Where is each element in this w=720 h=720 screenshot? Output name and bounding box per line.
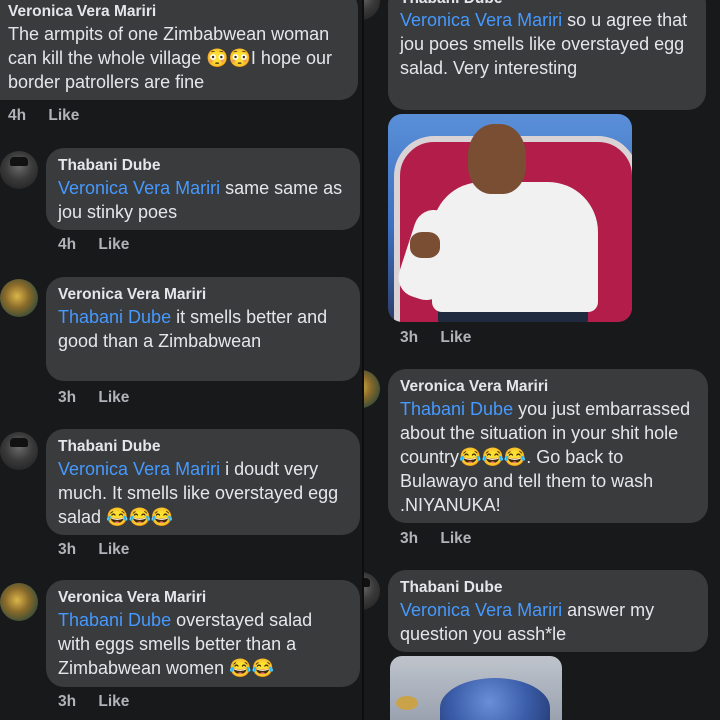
comment-time[interactable]: 3h — [58, 693, 76, 710]
photo-graphic — [440, 678, 550, 720]
person-graphic — [468, 124, 526, 194]
comment-meta: 3h Like — [400, 530, 471, 548]
comment-photo[interactable] — [390, 656, 562, 720]
avatar[interactable] — [364, 572, 380, 610]
avatar[interactable] — [0, 583, 38, 621]
comment-author[interactable]: Thabani Dube — [400, 578, 696, 598]
like-button[interactable]: Like — [98, 236, 129, 253]
comment-text: Thabani Dube you just embarrassed about … — [400, 397, 696, 517]
comment-author[interactable]: Veronica Vera Mariri — [58, 285, 348, 305]
comment-text: Veronica Vera Mariri answer my question … — [400, 598, 696, 646]
comment-author[interactable]: Veronica Vera Mariri — [8, 2, 346, 22]
mention-link[interactable]: Veronica Vera Mariri — [58, 459, 220, 479]
photo-graphic — [396, 696, 418, 710]
mention-link[interactable]: Veronica Vera Mariri — [400, 10, 562, 30]
avatar[interactable] — [364, 370, 380, 408]
comment-meta: 3h Like — [58, 693, 129, 711]
comment-time[interactable]: 3h — [58, 389, 76, 406]
mention-link[interactable]: Veronica Vera Mariri — [400, 600, 562, 620]
like-button[interactable]: Like — [440, 530, 471, 547]
comment-time[interactable]: 4h — [8, 107, 26, 124]
avatar[interactable] — [0, 151, 38, 189]
like-button[interactable]: Like — [98, 693, 129, 710]
comment-time[interactable]: 4h — [58, 236, 76, 253]
mention-link[interactable]: Thabani Dube — [58, 610, 171, 630]
avatar[interactable] — [364, 0, 380, 20]
comment-bubble: Veronica Vera Mariri Thabani Dube you ju… — [388, 369, 708, 523]
avatar[interactable] — [0, 279, 38, 317]
comment-meta: 3h Like — [58, 541, 129, 559]
comment-meta: 3h Like — [58, 389, 129, 407]
comment-bubble: Thabani Dube Veronica Vera Mariri i doud… — [46, 429, 360, 535]
left-comment-column: Veronica Vera Mariri The armpits of one … — [0, 0, 362, 720]
comment-bubble: Veronica Vera Mariri Thabani Dube overst… — [46, 580, 360, 687]
person-graphic — [410, 232, 440, 258]
avatar[interactable] — [0, 432, 38, 470]
comment-text: Thabani Dube overstayed salad with eggs … — [58, 608, 348, 680]
comment-meta: 4h Like — [58, 236, 129, 254]
comment-bubble: Thabani Dube Veronica Vera Mariri same s… — [46, 148, 360, 230]
like-button[interactable]: Like — [440, 329, 471, 346]
comment-text: The armpits of one Zimbabwean woman can … — [8, 24, 332, 92]
like-button[interactable]: Like — [98, 389, 129, 406]
comment-bubble: Thabani Dube Veronica Vera Mariri so u a… — [388, 0, 706, 110]
comment-time[interactable]: 3h — [400, 530, 418, 547]
comment-text: Thabani Dube it smells better and good t… — [58, 305, 348, 353]
comment-meta: 3h Like — [400, 329, 471, 347]
comment-author[interactable]: Thabani Dube — [400, 0, 694, 8]
mention-link[interactable]: Thabani Dube — [400, 399, 513, 419]
mention-link[interactable]: Thabani Dube — [58, 307, 171, 327]
comment-time[interactable]: 3h — [400, 329, 418, 346]
comment-meta: 4h Like — [8, 107, 79, 125]
comment-bubble: Thabani Dube Veronica Vera Mariri answer… — [388, 570, 708, 652]
comment-text: Veronica Vera Mariri i doudt very much. … — [58, 457, 348, 529]
comment-author[interactable]: Thabani Dube — [58, 437, 348, 457]
comment-bubble: Veronica Vera Mariri The armpits of one … — [0, 0, 358, 100]
comment-author[interactable]: Veronica Vera Mariri — [58, 588, 348, 608]
like-button[interactable]: Like — [98, 541, 129, 558]
comment-photo[interactable] — [388, 114, 632, 322]
like-button[interactable]: Like — [48, 107, 79, 124]
right-comment-column: Thabani Dube Veronica Vera Mariri so u a… — [362, 0, 720, 720]
comment-bubble: Veronica Vera Mariri Thabani Dube it sme… — [46, 277, 360, 381]
comment-author[interactable]: Thabani Dube — [58, 156, 348, 176]
comment-author[interactable]: Veronica Vera Mariri — [400, 377, 696, 397]
mention-link[interactable]: Veronica Vera Mariri — [58, 178, 220, 198]
comment-text: Veronica Vera Mariri so u agree that jou… — [400, 8, 694, 80]
comment-time[interactable]: 3h — [58, 541, 76, 558]
comment-text: Veronica Vera Mariri same same as jou st… — [58, 176, 348, 224]
